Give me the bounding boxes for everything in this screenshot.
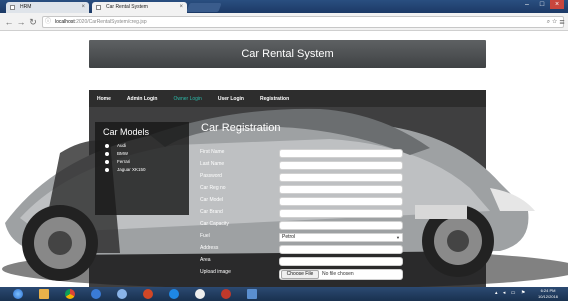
minimize-icon[interactable]: –	[520, 0, 534, 9]
page-icon	[96, 5, 101, 10]
choose-file-button[interactable]: Choose File	[281, 270, 319, 279]
address-field[interactable]	[279, 245, 403, 254]
address-label: Address	[200, 245, 219, 251]
page-icon	[10, 5, 15, 10]
model-item[interactable]: Audi	[103, 142, 189, 150]
chevron-down-icon: ▼	[396, 235, 400, 240]
info-icon: ⓘ	[45, 19, 52, 25]
car-model-field[interactable]	[279, 197, 403, 206]
model-item[interactable]: Ferrari	[103, 158, 189, 166]
explorer-window-icon[interactable]	[242, 288, 262, 300]
upload-image-label: Upload image	[200, 269, 231, 275]
clock[interactable]: 6:24 PM 10/12/2016	[538, 288, 558, 300]
clock-date: 10/12/2016	[538, 294, 559, 299]
site-title: Car Rental System	[89, 40, 486, 68]
tab-label: HRM	[20, 4, 32, 10]
car-model-label: Car Model	[200, 197, 224, 203]
password-label: Password	[200, 173, 222, 179]
bullet-icon	[105, 168, 109, 172]
photos-icon[interactable]	[216, 288, 236, 300]
area-field[interactable]	[279, 257, 403, 266]
nav-registration[interactable]: Registration	[260, 96, 289, 102]
nav-owner-login[interactable]: Owner Login	[173, 96, 201, 102]
system-tray-icons[interactable]: ▴ ◂ ▭ ⚑	[495, 290, 527, 296]
model-item[interactable]: BMW	[103, 150, 189, 158]
car-brand-field[interactable]	[279, 209, 403, 218]
netbeans-icon[interactable]	[164, 288, 184, 300]
model-label: Audi	[117, 143, 127, 148]
model-item[interactable]: Jaguar XK150	[103, 166, 189, 174]
nav-admin-login[interactable]: Admin Login	[127, 96, 158, 102]
car-reg-no-field[interactable]	[279, 185, 403, 194]
maximize-icon[interactable]: □	[535, 0, 549, 9]
fuel-selected-value: Petrol	[282, 234, 296, 240]
start-button-icon[interactable]	[8, 288, 28, 300]
browser-toolbar: ← → ↻ ⓘ localhost:2020/CarRentalSystem/c…	[0, 13, 568, 31]
area-label: Area	[200, 257, 211, 263]
nav-user-login[interactable]: User Login	[218, 96, 244, 102]
reload-icon[interactable]: ↻	[27, 15, 39, 29]
car-reg-no-label: Car Reg no	[200, 185, 226, 191]
address-bar[interactable]: ⓘ localhost:2020/CarRentalSystem/creg.js…	[42, 16, 564, 28]
media-icon[interactable]	[112, 288, 132, 300]
car-capacity-label: Car Capacity	[200, 221, 229, 227]
address-path: :2020/CarRentalSystem/creg.jsp	[74, 19, 147, 25]
shield-icon[interactable]	[86, 288, 106, 300]
taskbar: ▴ ◂ ▭ ⚑ 6:24 PM 10/12/2016	[0, 287, 568, 301]
car-brand-label: Car Brand	[200, 209, 223, 215]
first-name-label: First Name	[200, 149, 225, 155]
car-capacity-field[interactable]	[279, 221, 403, 230]
form-title: Car Registration	[201, 122, 281, 134]
close-tab-icon[interactable]: ×	[81, 2, 85, 13]
menu-icon[interactable]: ≡	[556, 15, 568, 29]
first-name-field[interactable]	[279, 149, 403, 158]
model-label: Ferrari	[117, 159, 131, 164]
forward-arrow-icon[interactable]: →	[15, 15, 27, 29]
model-label: Jaguar XK150	[117, 167, 146, 172]
app-icon[interactable]	[190, 288, 210, 300]
chrome-icon[interactable]	[60, 288, 80, 300]
tab-label: Car Rental System	[106, 4, 148, 10]
file-status: No file chosen	[322, 271, 354, 277]
back-arrow-icon[interactable]: ←	[3, 15, 15, 29]
fuel-label: Fuel	[200, 233, 210, 239]
powerpoint-icon[interactable]	[138, 288, 158, 300]
car-models-panel: Car Models Audi BMW Ferrari Jaguar XK150	[95, 122, 189, 215]
address-host: localhost	[55, 19, 75, 25]
bullet-icon	[105, 152, 109, 156]
last-name-field[interactable]	[279, 161, 403, 170]
close-window-icon[interactable]: ×	[550, 0, 564, 9]
new-tab-button[interactable]	[186, 3, 222, 12]
last-name-label: Last Name	[200, 161, 225, 167]
model-label: BMW	[117, 151, 128, 156]
tab-car-rental[interactable]: Car Rental System ×	[92, 2, 187, 13]
nav-home[interactable]: Home	[97, 96, 111, 102]
password-field[interactable]	[279, 173, 403, 182]
web-page: Car Rental System Home Admin Login Owner…	[0, 31, 568, 287]
bullet-icon	[105, 160, 109, 164]
browser-tab-bar: HRM × Car Rental System × – □ ×	[0, 0, 568, 13]
fuel-select[interactable]: Petrol ▼	[279, 233, 403, 242]
tab-hrm[interactable]: HRM ×	[6, 2, 89, 13]
site-navbar: Home Admin Login Owner Login User Login …	[89, 90, 486, 107]
close-tab-icon[interactable]: ×	[179, 2, 183, 13]
car-models-title: Car Models	[103, 127, 150, 137]
bullet-icon	[105, 144, 109, 148]
file-explorer-icon[interactable]	[34, 288, 54, 300]
